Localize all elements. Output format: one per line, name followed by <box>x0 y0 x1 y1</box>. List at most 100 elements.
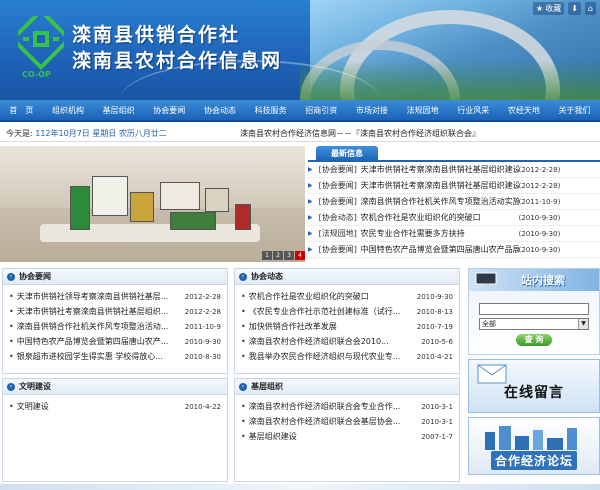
site-title-line1: 滦南县供销合作社 <box>72 24 241 46</box>
list-item-title[interactable]: 滦南县农村合作经济组织联合会专业合作... <box>249 401 401 412</box>
search-scope-select[interactable]: 全部 ▼ <box>479 318 589 330</box>
nav-item-home[interactable]: 首 页 <box>9 105 33 116</box>
home-icon[interactable]: ⌂ <box>584 2 596 15</box>
bullet-icon: • <box>241 432 246 441</box>
bullet-icon: • <box>241 307 246 316</box>
coop-logo-icon <box>18 16 64 71</box>
list-item-title[interactable]: 农机合作社是农业组织化的突破口 <box>249 291 369 302</box>
nav-item-dynamics[interactable]: 协会动态 <box>204 105 236 116</box>
list-item-date: 2011-10-9 <box>184 322 221 331</box>
latest-item-date: (2010-9-30) <box>518 245 561 254</box>
latest-item[interactable]: ▶ [协会动态] 农机合作社是农业组织化的突破口 (2010-9-30) <box>308 210 600 226</box>
list-item[interactable]: • 天津市供销社考察滦南县供销社基层组织... 2012-2-28 <box>3 304 227 319</box>
bullet-icon: • <box>9 292 14 301</box>
nav-item-news[interactable]: 协会要闻 <box>153 105 185 116</box>
site-title-line2: 滦南县农村合作信息网 <box>72 50 283 72</box>
list-item-title[interactable]: 我县举办农民合作经济组织与现代农业专... <box>249 351 401 362</box>
list-item[interactable]: • 农机合作社是农业组织化的突破口 2010-9-30 <box>235 289 459 304</box>
nav-item-agri[interactable]: 农经天地 <box>508 105 540 116</box>
nav-item-law[interactable]: 法规园地 <box>407 105 439 116</box>
list-item-title[interactable]: 基层组织建设 <box>249 431 297 442</box>
bullet-icon: • <box>241 322 246 331</box>
panel-title[interactable]: 协会要闻 <box>19 271 51 282</box>
nav-item-organization[interactable]: 组织机构 <box>52 105 84 116</box>
latest-item-title[interactable]: 滦南县供销合作社机关作风专项整治活动实施方案 <box>361 196 519 207</box>
nav-item-industry[interactable]: 行业风采 <box>457 105 489 116</box>
list-item-title[interactable]: 天津市供销社领导考察滦南县供销社基层... <box>17 291 169 302</box>
list-item-title[interactable]: 文明建设 <box>17 401 49 412</box>
list-item[interactable]: • 加快供销合作社改革发展 2010-7-19 <box>235 319 459 334</box>
list-item[interactable]: • 滦南县供销合作社机关作风专项整治活动... 2011-10-9 <box>3 319 227 334</box>
download-icon[interactable]: ⬇ <box>568 2 581 15</box>
forum-banner[interactable]: 合作经济论坛 <box>468 417 600 475</box>
info-bar: 今天是: 112年10月7日 星期日 农历八月廿二 滦南县农村合作经济信息网－－… <box>0 126 600 142</box>
slideshow[interactable]: 1 2 3 4 <box>0 146 305 262</box>
list-item[interactable]: • 基层组织建设 2007-1-7 <box>235 429 459 444</box>
list-item-title[interactable]: 中国特色农产品博览会暨第四届唐山农产... <box>17 336 169 347</box>
latest-item-category[interactable]: [协会要闻] <box>315 244 361 255</box>
latest-item-title[interactable]: 农民专业合作社需要多方扶持 <box>361 228 519 239</box>
list-item[interactable]: • 文明建设 2010-4-22 <box>3 399 227 414</box>
list-item-title[interactable]: 银泉超市进校园学生得实惠 学校得放心... <box>17 351 163 362</box>
list-item-date: 2010-8-13 <box>416 307 453 316</box>
slide-page-4[interactable]: 4 <box>295 251 305 260</box>
latest-item[interactable]: ▶[协会要闻]中国特色农产品博览会暨第四届唐山农产品展示交...(2010-9-… <box>308 242 600 258</box>
list-item-title[interactable]: 滦南县农村合作经济组织联合会2010... <box>249 336 389 347</box>
search-box: 站内搜索 全部 ▼ 查 询 <box>468 268 600 355</box>
panel-title[interactable]: 协会动态 <box>251 271 283 282</box>
latest-item-category[interactable]: [协会动态] <box>315 212 361 223</box>
nav-item-grassroots[interactable]: 基层组织 <box>103 105 135 116</box>
nav-item-about[interactable]: 关于我们 <box>559 105 591 116</box>
product-box <box>92 176 128 216</box>
latest-item-category[interactable]: [协会要闻] <box>315 196 361 207</box>
list-item[interactable]: • 中国特色农产品博览会暨第四届唐山农产... 2010-9-30 <box>3 334 227 349</box>
list-item[interactable]: • 《农民专业合作社示范社创建标准（试行... 2010-8-13 <box>235 304 459 319</box>
search-input[interactable] <box>479 303 589 315</box>
list-item[interactable]: • 滦南县农村合作经济组织联合会2010... 2010-5-6 <box>235 334 459 349</box>
favorite-button[interactable]: ★ 收藏 <box>533 2 565 15</box>
list-item-title[interactable]: 滦南县供销合作社机关作风专项整治活动... <box>17 321 169 332</box>
latest-item-title[interactable]: 农机合作社是农业组织化的突破口 <box>361 212 519 223</box>
list-item-date: 2010-3-1 <box>421 402 453 411</box>
bullet-icon: • <box>9 307 14 316</box>
latest-list: ▶ [协会要闻] 天津市供销社考察滦南县供销社基层组织建设 (2012-2-28) ▶[… <box>308 162 600 258</box>
date-display: 今天是: 112年10月7日 星期日 农历八月廿二 <box>6 129 167 138</box>
latest-item[interactable]: ▶[协会要闻]滦南县供销合作社机关作风专项整治活动实施方案(2011-10-9) <box>308 194 600 210</box>
latest-item[interactable]: ▶ [协会要闻] 天津市供销社考察滦南县供销社基层组织建设 (2012-2-28) <box>308 178 600 194</box>
search-button[interactable]: 查 询 <box>516 334 552 346</box>
latest-item[interactable]: ▶ [法规园地] 农民专业合作社需要多方扶持 (2010-9-30) <box>308 226 600 242</box>
latest-item-date: (2010-9-30) <box>518 229 561 238</box>
latest-item-title[interactable]: 天津市供销社考察滦南县供销社基层组织建设 <box>361 180 519 191</box>
latest-item[interactable]: ▶ [协会要闻] 天津市供销社考察滦南县供销社基层组织建设 (2012-2-28) <box>308 162 600 178</box>
scroll-notice[interactable]: 滦南县农村合作经济信息网－－『滦南县农村合作经济组织联合会』 <box>240 128 600 139</box>
list-item-title[interactable]: 天津市供销社考察滦南县供销社基层组织... <box>17 306 169 317</box>
bullet-icon: • <box>241 417 246 426</box>
nav-item-investment[interactable]: 招商引资 <box>305 105 337 116</box>
online-message-banner[interactable]: 在线留言 <box>468 359 600 413</box>
list-item[interactable]: • 银泉超市进校园学生得实惠 学校得放心... 2010-8-30 <box>3 349 227 364</box>
latest-item-category[interactable]: [法规园地] <box>315 228 361 239</box>
list-item-title[interactable]: 《农民专业合作社示范社创建标准（试行... <box>249 306 401 317</box>
latest-item-category[interactable]: [协会要闻] <box>315 164 361 175</box>
list-item[interactable]: • 天津市供销社领导考察滦南县供销社基层... 2012-2-28 <box>3 289 227 304</box>
panel-title[interactable]: 文明建设 <box>19 381 51 392</box>
latest-item-title[interactable]: 中国特色农产品博览会暨第四届唐山农产品展示交... <box>361 244 519 255</box>
list-item[interactable]: • 滦南县农村合作经济组织联合会专业合作... 2010-3-1 <box>235 399 459 414</box>
list-item[interactable]: • 滦南县农村合作经济组织联合会基层协会... 2010-3-1 <box>235 414 459 429</box>
nav-item-market[interactable]: 市场对接 <box>356 105 388 116</box>
chevron-down-icon: ▼ <box>578 319 588 329</box>
tab-latest[interactable]: 最新信息 <box>316 146 378 162</box>
nav-item-tech[interactable]: 科技服务 <box>255 105 287 116</box>
slide-page-1[interactable]: 1 <box>262 251 272 260</box>
latest-item-category[interactable]: [协会要闻] <box>315 180 361 191</box>
list-item[interactable]: • 我县举办农民合作经济组织与现代农业专... 2010-4-21 <box>235 349 459 364</box>
slide-page-3[interactable]: 3 <box>284 251 294 260</box>
list-item-title[interactable]: 加快供销合作社改革发展 <box>249 321 337 332</box>
slide-page-2[interactable]: 2 <box>273 251 283 260</box>
top-buttons: ★ 收藏 ⬇ ⌂ <box>533 2 596 15</box>
list-item-date: 2010-5-6 <box>421 337 453 346</box>
list-item-title[interactable]: 滦南县农村合作经济组织联合会基层协会... <box>249 416 401 427</box>
panel-title[interactable]: 基层组织 <box>251 381 283 392</box>
latest-item-title[interactable]: 天津市供销社考察滦南县供销社基层组织建设 <box>361 164 519 175</box>
bullet-icon: • <box>241 337 246 346</box>
